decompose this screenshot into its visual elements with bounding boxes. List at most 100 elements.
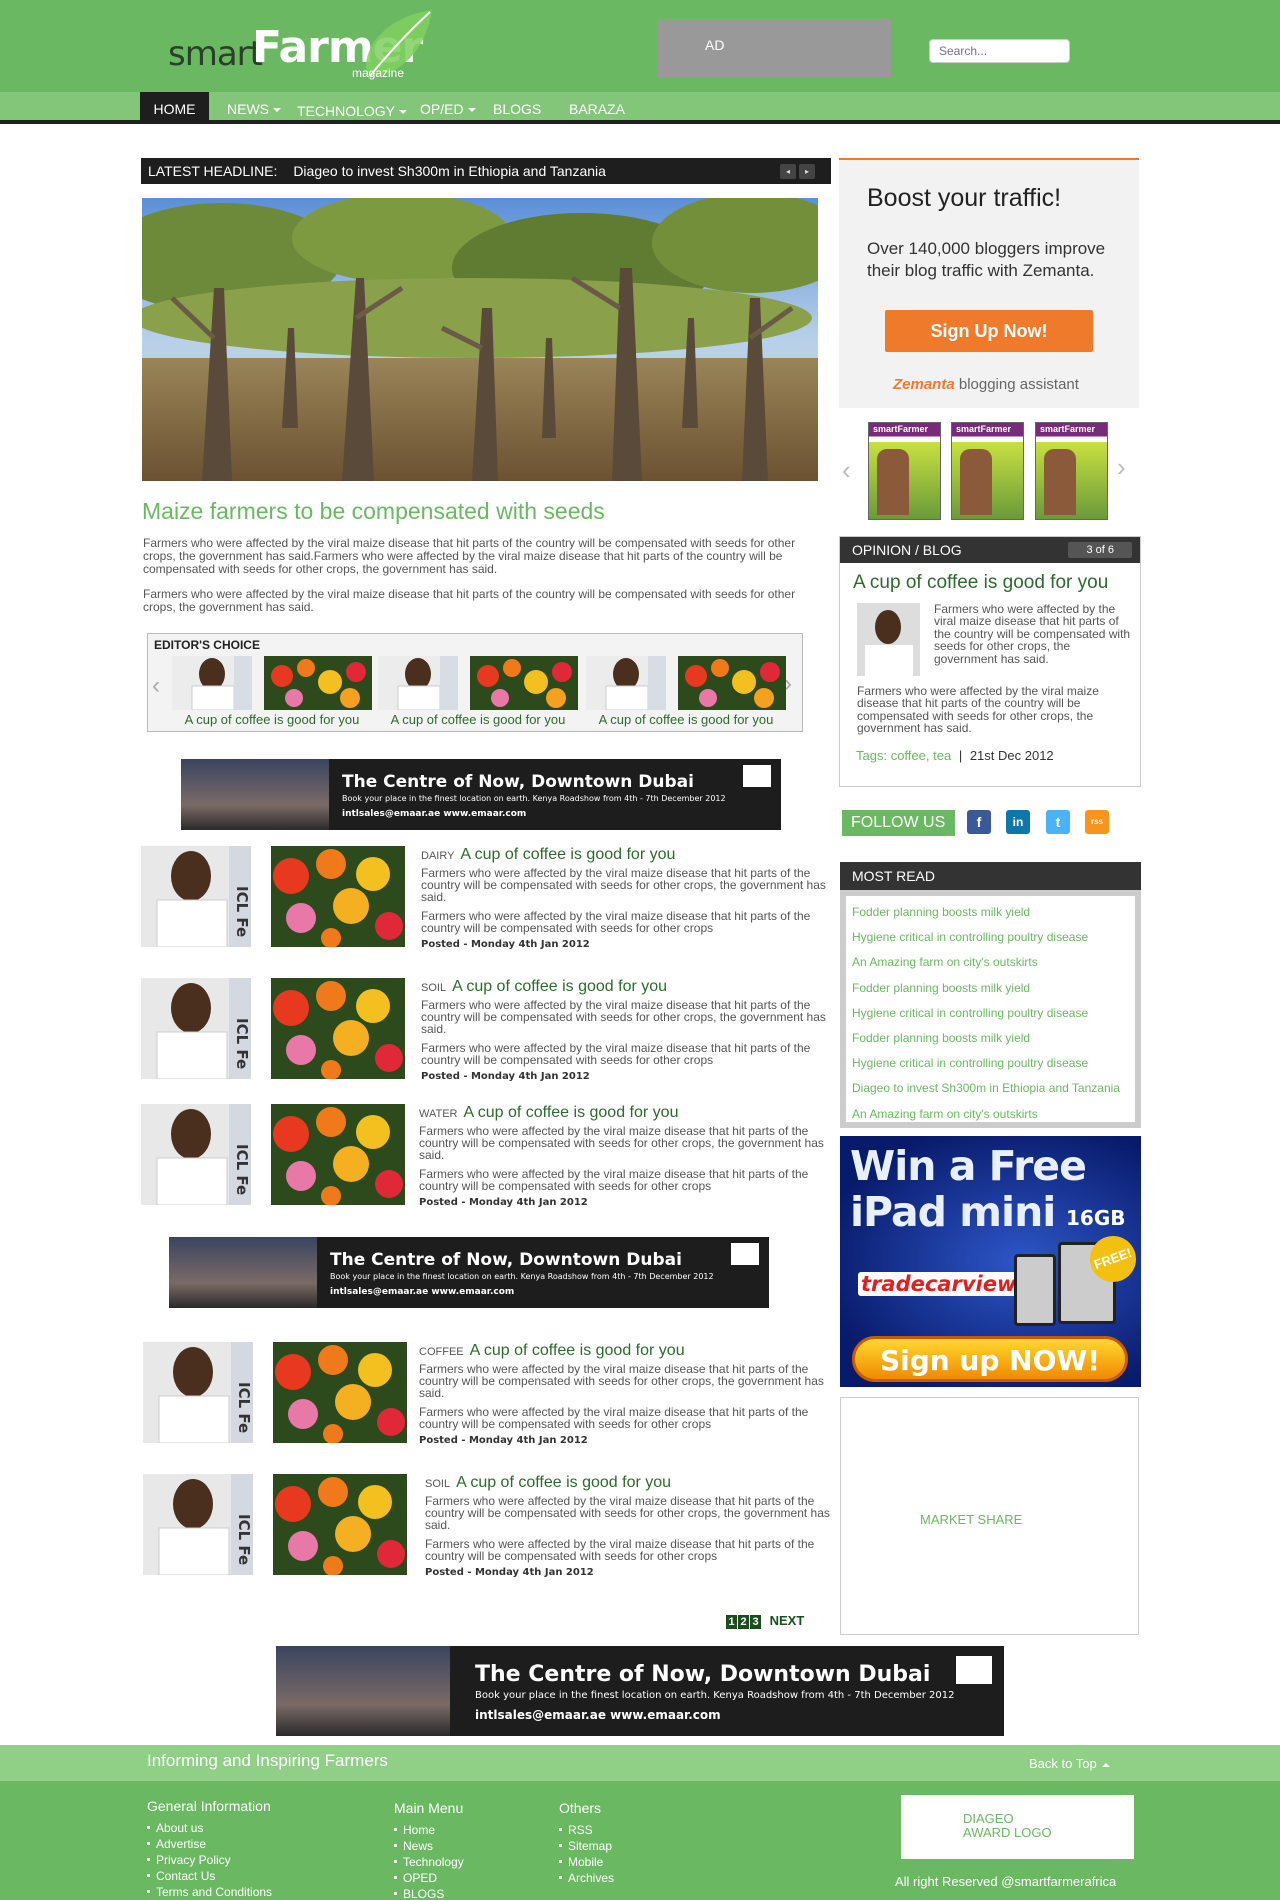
magazine-cover[interactable]: smartFarmer <box>1035 422 1108 520</box>
main-story-paragraph: Farmers who were affected by the viral m… <box>143 536 796 576</box>
search-input[interactable] <box>929 39 1070 63</box>
chevron-up-icon <box>1101 1762 1110 1767</box>
logo-smart-text[interactable]: smart <box>168 34 263 74</box>
banner-contact: intlsales@emaar.ae www.emaar.com <box>475 1708 721 1722</box>
article-category[interactable]: COFFEE <box>419 1346 464 1358</box>
opinion-title[interactable]: A cup of coffee is good for you <box>853 572 1108 594</box>
article-thumbnail[interactable]: ICL Fe <box>141 978 405 1079</box>
article-thumbnail[interactable]: ICL Fe <box>143 1474 407 1575</box>
nav-baraza[interactable]: BARAZA <box>557 92 637 124</box>
article-thumbnail[interactable]: ICL Fe <box>141 846 405 947</box>
editors-choice-caption[interactable]: A cup of coffee is good for you <box>378 712 578 727</box>
footer-link[interactable]: Privacy Policy <box>147 1852 272 1868</box>
latest-headline-link[interactable]: Diageo to invest Sh300m in Ethiopia and … <box>293 163 606 179</box>
page-link[interactable]: 2 <box>738 1615 749 1629</box>
covers-prev-arrow[interactable]: ‹ <box>842 455 851 486</box>
most-read-link[interactable]: Fodder planning boosts milk yield <box>852 976 1135 1001</box>
editors-choice-item[interactable]: A cup of coffee is good for you <box>586 656 786 727</box>
hero-forest-image[interactable] <box>142 198 818 481</box>
editors-choice-item[interactable]: A cup of coffee is good for you <box>172 656 372 727</box>
linkedin-icon[interactable]: in <box>1006 810 1030 834</box>
dubai-banner-ad[interactable]: The Centre of Now, Downtown Dubai Book y… <box>181 759 781 830</box>
dubai-banner-ad[interactable]: The Centre of Now, Downtown Dubai Book y… <box>169 1237 769 1308</box>
ticker-prev-button[interactable]: ◂ <box>780 164 796 179</box>
facebook-icon[interactable]: f <box>967 810 991 834</box>
award-line2: AWARD LOGO <box>963 1825 1052 1840</box>
zemanta-text: Over 140,000 bloggers improve their blog… <box>867 239 1106 280</box>
footer-link[interactable]: Contact Us <box>147 1868 272 1884</box>
footer-link[interactable]: OPED <box>394 1870 464 1886</box>
article-body: DAIRY A cup of coffee is good for you Far… <box>421 846 835 950</box>
most-read-link[interactable]: Diageo to invest Sh300m in Ethiopia and … <box>852 1076 1135 1101</box>
article-category[interactable]: SOIL <box>421 982 446 994</box>
ticker-next-button[interactable]: ▸ <box>799 164 815 179</box>
footer-link[interactable]: News <box>394 1838 464 1854</box>
zemanta-ad: Boost your traffic! Over 140,000 blogger… <box>839 158 1139 408</box>
next-page-link[interactable]: NEXT <box>770 1613 805 1628</box>
most-read-link[interactable]: An Amazing farm on city's outskirts <box>852 950 1135 975</box>
nav-technology[interactable]: TECHNOLOGY <box>285 94 419 126</box>
rss-icon[interactable]: rss <box>1085 810 1109 834</box>
magazine-cover[interactable]: smartFarmer <box>951 422 1024 520</box>
most-read-link[interactable]: Fodder planning boosts milk yield <box>852 1026 1135 1051</box>
article-category[interactable]: DAIRY <box>421 850 454 862</box>
most-read-link[interactable]: Hygiene critical in controlling poultry … <box>852 925 1135 950</box>
article-title[interactable]: A cup of coffee is good for you <box>464 1104 679 1121</box>
most-read-list: Fodder planning boosts milk yield Hygien… <box>846 896 1135 1122</box>
footer-link[interactable]: About us <box>147 1820 272 1836</box>
footer-link[interactable]: Technology <box>394 1854 464 1870</box>
nav-blogs[interactable]: BLOGS <box>481 92 553 124</box>
most-read-box: MOST READ Fodder planning boosts milk yi… <box>840 862 1141 1128</box>
zemanta-signup-button[interactable]: Sign Up Now! <box>885 310 1093 352</box>
article-thumbnail[interactable]: ICL Fe <box>143 1342 407 1443</box>
most-read-link[interactable]: Hygiene critical in controlling poultry … <box>852 1001 1135 1026</box>
article-title[interactable]: A cup of coffee is good for you <box>460 846 675 863</box>
editors-choice-caption[interactable]: A cup of coffee is good for you <box>586 712 786 727</box>
twitter-icon[interactable]: t <box>1046 810 1070 834</box>
article-title[interactable]: A cup of coffee is good for you <box>456 1474 671 1491</box>
footer-link[interactable]: Sitemap <box>559 1838 614 1854</box>
banner-contact: intlsales@emaar.ae www.emaar.com <box>342 809 527 819</box>
market-share-box[interactable]: MARKET SHARE <box>840 1397 1139 1635</box>
footer-link[interactable]: Mobile <box>559 1854 614 1870</box>
main-story-title[interactable]: Maize farmers to be compensated with see… <box>142 498 605 525</box>
article-category[interactable]: WATER <box>419 1108 458 1120</box>
dubai-banner-ad[interactable]: The Centre of Now, Downtown Dubai Book y… <box>276 1646 1004 1736</box>
article-thumbnail[interactable]: ICL Fe <box>141 1104 405 1205</box>
nav-home[interactable]: HOME <box>140 92 209 124</box>
back-to-top-label: Back to Top <box>1029 1756 1097 1771</box>
editors-choice-caption[interactable]: A cup of coffee is good for you <box>172 712 372 727</box>
nav-oped[interactable]: OP/ED <box>408 92 488 124</box>
page-link[interactable]: 1 <box>726 1615 737 1629</box>
most-read-link[interactable]: An Amazing farm on city's outskirts <box>852 1102 1135 1127</box>
chevron-down-icon <box>467 108 476 113</box>
footer-link[interactable]: Home <box>394 1822 464 1838</box>
svg-text:ICL Fe: ICL Fe <box>233 1018 251 1069</box>
footer-general-column: General Information About us Advertise P… <box>147 1798 272 1900</box>
opinion-counter[interactable]: 3 of 6 <box>1068 542 1132 558</box>
editors-prev-arrow[interactable]: ‹ <box>152 672 160 700</box>
editors-choice-item[interactable]: A cup of coffee is good for you <box>378 656 578 727</box>
most-read-link[interactable]: Hygiene critical in controlling poultry … <box>852 1051 1135 1076</box>
ipad-mini-ad[interactable]: Win a Free iPad mini 16GB tradecarview F… <box>840 1136 1143 1387</box>
page-link[interactable]: 3 <box>750 1615 761 1629</box>
covers-next-arrow[interactable]: › <box>1117 452 1126 483</box>
nav-news[interactable]: NEWS <box>215 92 293 124</box>
banner-skyline-image <box>276 1646 450 1736</box>
header-ad[interactable]: AD <box>657 19 891 78</box>
most-read-link[interactable]: Fodder planning boosts milk yield <box>852 900 1135 925</box>
article-title[interactable]: A cup of coffee is good for you <box>470 1342 685 1359</box>
footer-link[interactable]: Advertise <box>147 1836 272 1852</box>
logo-magazine-text: magazine <box>352 66 405 80</box>
magazine-cover[interactable]: smartFarmer <box>868 422 941 520</box>
footer-link[interactable]: Archives <box>559 1870 614 1886</box>
footer-link[interactable]: RSS <box>559 1822 614 1838</box>
footer-link[interactable]: BLOGS <box>394 1886 464 1900</box>
ipad-signup-button[interactable]: Sign up NOW! <box>852 1336 1128 1382</box>
article-title[interactable]: A cup of coffee is good for you <box>452 978 667 995</box>
footer-link[interactable]: Terms and Conditions <box>147 1884 272 1900</box>
tags-links[interactable]: coffee, tea <box>891 748 951 763</box>
back-to-top-link[interactable]: Back to Top <box>1029 1756 1110 1771</box>
article-category[interactable]: SOIL <box>425 1478 450 1490</box>
article-body: COFFEE A cup of coffee is good for you Fa… <box>419 1342 833 1446</box>
